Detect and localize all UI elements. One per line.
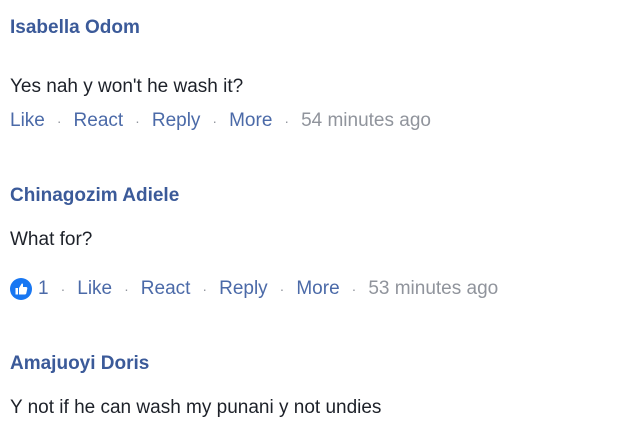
separator: ·	[284, 113, 290, 129]
comment-text: Yes nah y won't he wash it?	[10, 76, 244, 97]
comment-timestamp: 54 minutes ago	[301, 110, 431, 131]
like-link[interactable]: Like	[77, 277, 112, 301]
comment-text: Y not if he can wash my punani y not und…	[10, 397, 382, 418]
separator: ·	[56, 113, 62, 129]
comment-actions: Like · React · Reply · More · 54 minutes…	[10, 109, 431, 133]
reaction-count: 1	[38, 278, 49, 299]
separator: ·	[60, 281, 66, 297]
comment-item: Chinagozim Adiele What for? 1 · Like · R…	[10, 183, 630, 303]
separator: ·	[124, 281, 129, 297]
more-link[interactable]: More	[229, 109, 272, 133]
separator: ·	[202, 281, 208, 297]
like-thumbs-up-icon	[10, 278, 32, 300]
reply-link[interactable]: Reply	[152, 109, 201, 133]
reply-link[interactable]: Reply	[219, 277, 268, 301]
comment-author[interactable]: Isabella Odom	[10, 16, 140, 40]
separator: ·	[279, 281, 285, 297]
comment-author[interactable]: Chinagozim Adiele	[10, 184, 179, 208]
react-link[interactable]: React	[74, 109, 124, 133]
react-link[interactable]: React	[141, 277, 191, 301]
separator: ·	[351, 281, 357, 297]
separator: ·	[135, 113, 140, 129]
comment-item: Isabella Odom Yes nah y won't he wash it…	[10, 15, 630, 135]
separator: ·	[212, 113, 218, 129]
comment-text: What for?	[10, 229, 93, 250]
comment-actions: 1 · Like · React · Reply · More · 53 min…	[10, 277, 498, 301]
reaction-summary[interactable]: 1	[10, 277, 49, 301]
comment-timestamp: 53 minutes ago	[368, 278, 499, 299]
more-link[interactable]: More	[296, 277, 339, 301]
comment-item: Amajuoyi Doris Y not if he can wash my p…	[10, 351, 630, 431]
comment-author[interactable]: Amajuoyi Doris	[10, 352, 149, 376]
like-link[interactable]: Like	[10, 109, 45, 133]
